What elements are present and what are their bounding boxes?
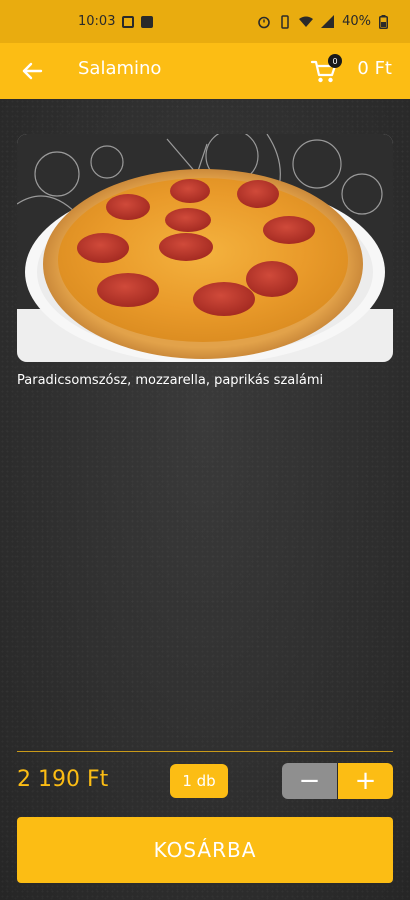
- signal-icon: [321, 15, 335, 28]
- back-button[interactable]: [16, 55, 48, 87]
- wifi-icon: [299, 16, 314, 27]
- vibrate-icon: [281, 14, 289, 29]
- battery-icon: [379, 14, 388, 29]
- battery-percent: 40%: [342, 14, 371, 29]
- status-time: 10:03: [78, 14, 116, 29]
- gallery-icon: [141, 15, 154, 28]
- quantity-stepper: − +: [282, 763, 393, 799]
- add-to-cart-button[interactable]: KOSÁRBA: [17, 817, 393, 883]
- arrow-back-icon: [22, 62, 43, 80]
- product-price: 2 190 Ft: [17, 767, 109, 792]
- status-bar: 10:03 40%: [0, 0, 410, 43]
- product-detail: Paradicsomszósz, mozzarella, paprikás sz…: [0, 99, 410, 900]
- cart-count-badge: 0: [328, 54, 342, 68]
- page-title: Salamino: [78, 58, 162, 79]
- increase-quantity-button[interactable]: +: [337, 763, 393, 799]
- app-bar: Salamino 0 0 Ft: [0, 43, 410, 99]
- status-right: 40%: [257, 14, 388, 29]
- notification-icon: [122, 15, 135, 28]
- divider: [17, 751, 393, 752]
- quantity-badge: 1 db: [170, 764, 228, 798]
- cart-button[interactable]: 0: [308, 54, 342, 87]
- pizza-photo: [17, 134, 393, 362]
- alarm-icon: [258, 16, 270, 28]
- product-description: Paradicsomszósz, mozzarella, paprikás sz…: [17, 373, 324, 388]
- status-left: 10:03: [78, 14, 154, 29]
- decrease-quantity-button[interactable]: −: [282, 763, 337, 799]
- cart-total: 0 Ft: [357, 58, 392, 79]
- product-image: [17, 134, 393, 362]
